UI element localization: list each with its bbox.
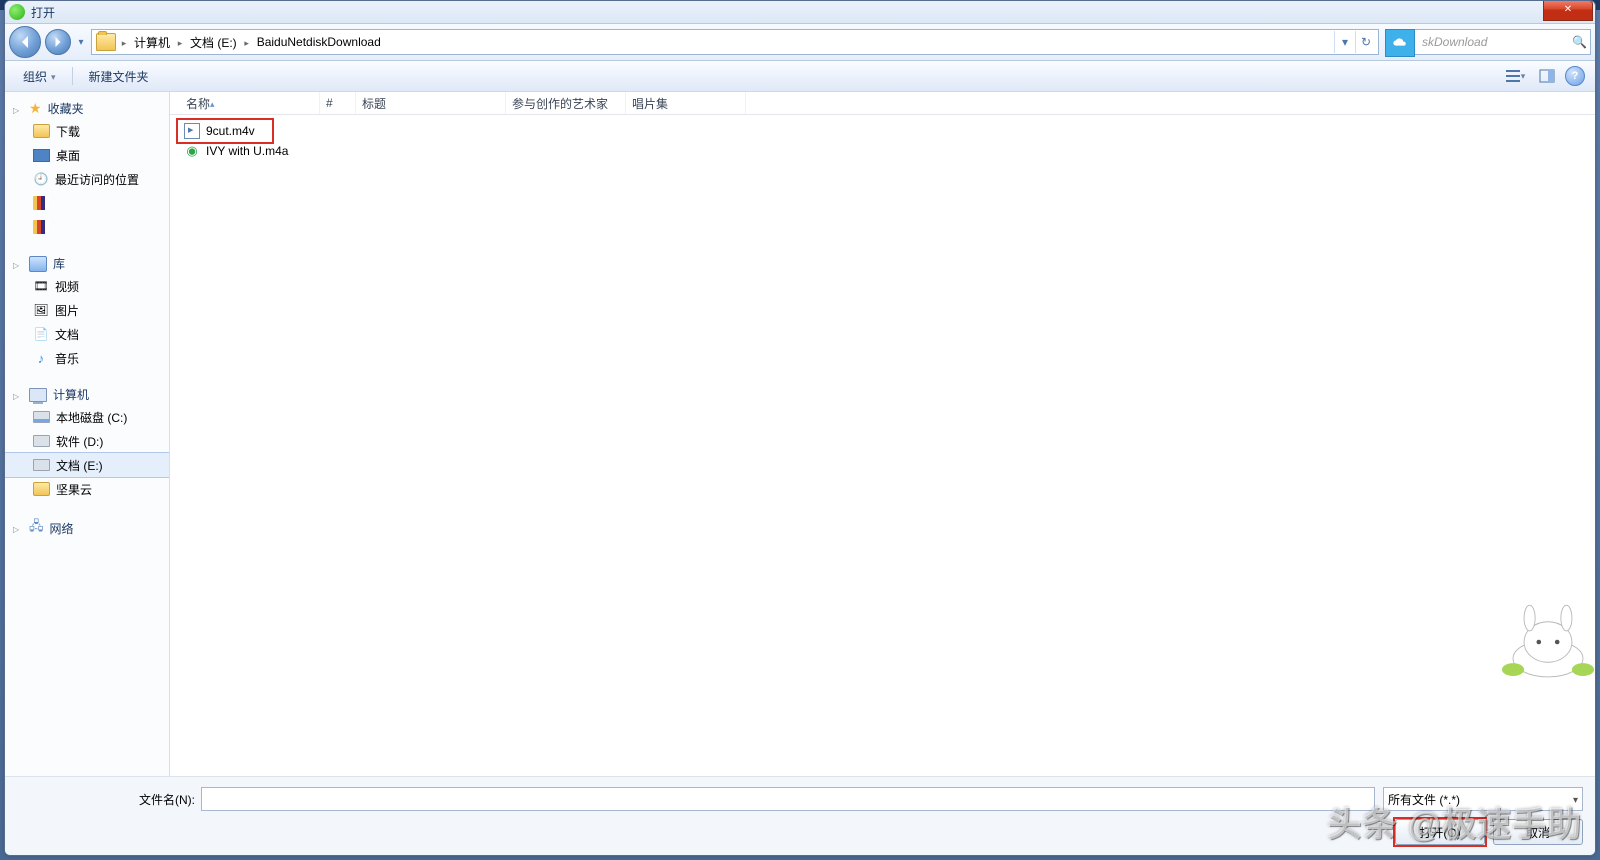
library-icon (29, 256, 47, 272)
sidebar-item-drive-e[interactable]: 文档 (E:) (5, 452, 169, 478)
preview-pane-button[interactable] (1533, 64, 1561, 88)
desktop-icon (33, 149, 50, 162)
window-close-button[interactable] (1543, 0, 1593, 21)
sidebar-item-documents[interactable]: 文档 (5, 322, 169, 346)
window-title: 打开 (31, 4, 55, 21)
drive-icon (33, 435, 50, 447)
sidebar-item-drive-c[interactable]: 本地磁盘 (C:) (5, 405, 169, 429)
sidebar-group-computer[interactable]: 计算机 (5, 384, 169, 405)
search-placeholder: skDownload (1422, 35, 1572, 49)
cloud-icon (1385, 29, 1415, 57)
address-dropdown-button[interactable]: ▾ (1334, 31, 1355, 53)
sidebar-item-pictures[interactable]: 图片 (5, 298, 169, 322)
sidebar-group-libraries[interactable]: 库 (5, 253, 169, 274)
sidebar-item-videos[interactable]: 视频 (5, 274, 169, 298)
recent-icon (33, 171, 49, 187)
search-box[interactable]: skDownload 🔍 (1385, 29, 1591, 55)
expand-icon (13, 102, 23, 116)
open-button[interactable]: 打开(O) (1395, 819, 1485, 845)
document-icon (33, 326, 49, 342)
star-icon (29, 100, 42, 117)
drive-icon (33, 459, 50, 471)
titlebar: 打开 (5, 1, 1595, 24)
nav-history-dropdown[interactable] (75, 32, 87, 52)
help-button[interactable]: ? (1565, 66, 1585, 86)
network-icon (29, 517, 44, 539)
column-headers: 名称 # 标题 参与创作的艺术家 唱片集 (170, 92, 1595, 115)
sidebar-item-drive-d[interactable]: 软件 (D:) (5, 429, 169, 453)
sidebar-item-downloads[interactable]: 下载 (5, 119, 169, 143)
drive-icon (33, 411, 50, 423)
folder-icon (33, 482, 50, 496)
chevron-down-icon (1573, 792, 1578, 806)
column-header-number[interactable]: # (320, 92, 356, 114)
new-folder-button[interactable]: 新建文件夹 (81, 66, 157, 87)
expand-icon (13, 521, 23, 535)
music-icon (33, 350, 49, 366)
breadcrumb-drive[interactable]: 文档 (E:) (186, 34, 241, 51)
audio-file-icon (184, 143, 200, 159)
expand-icon (13, 388, 23, 402)
computer-icon (29, 388, 47, 402)
search-icon: 🔍 (1572, 35, 1586, 49)
sidebar-group-favorites[interactable]: 收藏夹 (5, 98, 169, 119)
sidebar-item-recent[interactable]: 最近访问的位置 (5, 167, 169, 191)
sidebar-item-desktop[interactable]: 桌面 (5, 143, 169, 167)
column-header-name[interactable]: 名称 (180, 92, 320, 114)
column-header-artists[interactable]: 参与创作的艺术家 (506, 92, 626, 114)
folder-icon (33, 124, 50, 138)
refresh-button[interactable]: ↻ (1355, 31, 1376, 53)
file-name: 9cut.m4v (206, 124, 255, 138)
sort-asc-icon (210, 96, 215, 110)
filename-label: 文件名(N): (5, 791, 201, 808)
organize-button[interactable]: 组织 (15, 66, 64, 87)
breadcrumb-folder[interactable]: BaiduNetdiskDownload (253, 35, 385, 49)
file-name: IVY with U.m4a (206, 144, 288, 158)
app-icon (9, 4, 25, 20)
nav-forward-button[interactable] (45, 29, 71, 55)
folder-icon (96, 33, 116, 51)
address-bar[interactable]: 计算机 文档 (E:) BaiduNetdiskDownload ▾ ↻ (91, 29, 1379, 55)
video-icon (33, 278, 49, 294)
sidebar-item-obscured[interactable] (5, 215, 169, 239)
folder-icon (33, 220, 49, 234)
cancel-button[interactable]: 取消 (1493, 819, 1583, 845)
breadcrumb-computer[interactable]: 计算机 (130, 34, 174, 51)
nav-back-button[interactable] (9, 26, 41, 58)
toolbar: 组织 新建文件夹 ▾ ? (5, 61, 1595, 92)
breadcrumb-separator-icon[interactable] (118, 35, 130, 49)
video-file-icon (184, 123, 200, 139)
sidebar-item-nutstore[interactable]: 坚果云 (5, 477, 169, 501)
breadcrumb-separator-icon[interactable] (174, 35, 186, 49)
file-row[interactable]: IVY with U.m4a (180, 141, 1595, 161)
dialog-footer: 文件名(N): 所有文件 (*.*) 打开(O) 取消 (5, 776, 1595, 855)
open-file-dialog: 打开 计算机 文档 (E:) BaiduNetdiskDownload ▾ ↻ (4, 0, 1596, 856)
sidebar: 收藏夹 下载 桌面 最近访问的位置 库 视频 图片 文档 音乐 计算机 (5, 92, 170, 776)
nav-bar: 计算机 文档 (E:) BaiduNetdiskDownload ▾ ↻ skD… (5, 24, 1595, 61)
filename-input[interactable] (201, 787, 1375, 811)
sidebar-item-obscured[interactable] (5, 191, 169, 215)
column-header-title[interactable]: 标题 (356, 92, 506, 114)
file-list[interactable]: 9cut.m4v IVY with U.m4a (170, 115, 1595, 776)
sidebar-group-network[interactable]: 网络 (5, 515, 169, 541)
expand-icon (13, 257, 23, 271)
file-list-pane: 名称 # 标题 参与创作的艺术家 唱片集 9cut.m4v IVY with U… (170, 92, 1595, 776)
breadcrumb-separator-icon[interactable] (241, 35, 253, 49)
view-options-button[interactable]: ▾ (1501, 64, 1529, 88)
toolbar-separator (72, 67, 73, 85)
column-header-album[interactable]: 唱片集 (626, 92, 746, 114)
filetype-combobox[interactable]: 所有文件 (*.*) (1383, 787, 1583, 811)
picture-icon (33, 302, 49, 318)
file-row[interactable]: 9cut.m4v (180, 121, 1595, 141)
sidebar-item-music[interactable]: 音乐 (5, 346, 169, 370)
folder-icon (33, 196, 49, 210)
